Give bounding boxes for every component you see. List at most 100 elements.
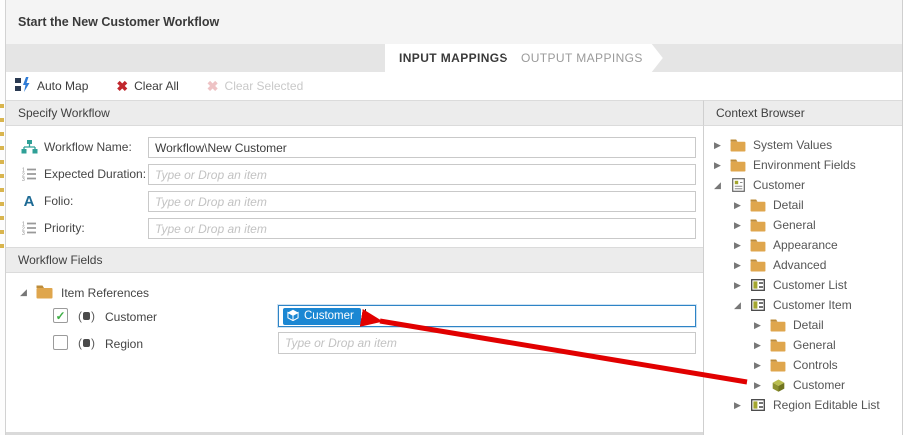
folio-label: Folio: [44,194,73,208]
tab-output-mappings[interactable]: OUTPUT MAPPINGS [497,44,663,72]
tree-item-label: Detail [773,198,804,212]
folder-icon [36,285,53,302]
numbered-list-icon: 1 2 3 [18,219,40,237]
tree-item-label: Customer [753,178,805,192]
customer-mapping-input[interactable]: Customer [278,305,696,327]
expand-arrow-icon[interactable]: ◢ [20,287,27,298]
priority-input[interactable] [148,218,696,239]
tree-item-customer-item[interactable]: ◢ Customer Item [704,295,902,315]
folder-icon [730,138,746,152]
mappings-tab-strip: INPUT MAPPINGS OUTPUT MAPPINGS [6,44,902,72]
region-mapping-input[interactable] [278,332,696,354]
priority-label: Priority: [44,221,85,235]
workflow-name-label: Workflow Name: [44,140,132,154]
region-checkbox[interactable] [53,335,68,350]
clear-all-icon: ✖ [116,79,128,93]
tree-item-advanced[interactable]: ▶ Advanced [704,255,902,275]
expand-arrow-icon[interactable]: ▶ [734,220,743,231]
tree-item-customer-list[interactable]: ▶Customer List [704,275,902,295]
expand-arrow-icon[interactable]: ▶ [714,140,723,151]
context-browser-panel: ▶ System Values ▶ Environment Fields ◢ Custom… [703,126,902,435]
tree-item-label: General [793,338,836,352]
clear-all-button[interactable]: ✖ Clear All [116,79,178,93]
gutter-stripe-pattern [0,104,4,256]
region-field-row: () Region [6,332,703,354]
folder-icon [770,338,786,352]
expand-arrow-icon[interactable]: ▶ [734,400,743,411]
customer-checkbox[interactable]: ✓ [53,308,68,323]
tree-item-label: Appearance [773,238,838,252]
expand-arrow-icon[interactable]: ▶ [734,260,743,271]
customer-token-label: Customer [304,310,354,322]
folder-icon [730,158,746,172]
tree-item-system-values[interactable]: ▶ System Values [704,135,902,155]
svg-text:3: 3 [22,231,25,235]
tree-item-label: Environment Fields [753,158,856,172]
tree-item-label: System Values [753,138,832,152]
tree-item-general[interactable]: ▶ General [704,335,902,355]
folio-input[interactable] [148,191,696,212]
expected-duration-row: 1 2 3 Expected Duration: [6,164,703,185]
expand-arrow-icon[interactable]: ▶ [754,340,763,351]
tree-item-label: Customer [793,378,845,392]
tree-item-label: Region Editable List [773,398,880,412]
region-field-label: Region [105,337,143,351]
expand-arrow-icon[interactable]: ▶ [734,280,743,291]
tree-item-customer[interactable]: ▶ Customer [704,375,902,395]
expected-duration-label: Expected Duration: [44,167,146,181]
expand-arrow-icon[interactable]: ▶ [734,200,743,211]
expand-arrow-icon[interactable]: ▶ [754,380,763,391]
workflow-fields-header: Workflow Fields [6,247,703,273]
folder-icon [750,238,766,252]
workflow-name-input[interactable] [148,137,696,158]
expand-arrow-icon[interactable]: ▶ [754,360,763,371]
specify-workflow-header: Specify Workflow [6,100,703,126]
tree-item-appearance[interactable]: ▶ Appearance [704,235,902,255]
expand-arrow-icon[interactable]: ▶ [734,240,743,251]
item-references-label: Item References [61,286,149,300]
auto-map-icon [15,77,31,95]
workflow-name-row: Workflow Name: [6,137,703,158]
tree-item-environment-fields[interactable]: ▶ Environment Fields [704,155,902,175]
item-references-group[interactable]: ◢ Item References [6,283,703,303]
context-browser-header: Context Browser [703,100,902,126]
tree-item-general[interactable]: ▶ General [704,215,902,235]
expected-duration-input[interactable] [148,164,696,185]
svg-text:3: 3 [22,177,25,181]
page-title: Start the New Customer Workflow [18,15,219,29]
tree-item-region-editable-list[interactable]: ▶ Region Editable List [704,395,902,415]
expand-arrow-icon[interactable]: ▶ [714,160,723,171]
clear-selected-button: ✖ Clear Selected [207,79,303,93]
tree-item-controls[interactable]: ▶Controls [704,355,902,375]
text-cursor [365,309,366,323]
item-reference-icon: () [78,336,95,350]
folio-row: A Folio: [6,191,703,212]
expand-arrow-icon[interactable]: ▶ [754,320,763,331]
list-view-icon [750,298,766,312]
numbered-list-icon: 1 2 3 [18,165,40,183]
dialog-title-bar: Start the New Customer Workflow [6,0,902,44]
tree-item-customer[interactable]: ◢ Customer [704,175,902,195]
text-a-icon: A [18,192,40,210]
form-icon [730,178,746,192]
collapse-arrow-icon[interactable]: ◢ [714,180,723,191]
collapse-arrow-icon[interactable]: ◢ [734,300,743,311]
tree-item-label: Advanced [773,258,826,272]
customer-token[interactable]: Customer [283,308,361,325]
tree-item-detail[interactable]: ▶ Detail [704,195,902,215]
list-view-icon [750,278,766,292]
auto-map-button[interactable]: Auto Map [15,77,88,95]
tree-item-label: Customer Item [773,298,852,312]
customer-field-row: ✓ () Customer Customer [6,305,703,327]
folder-icon [770,318,786,332]
cube-icon [287,309,299,324]
list-view-icon [750,398,766,412]
cube-icon [770,378,786,392]
workflow-start-dialog: Start the New Customer Workflow INPUT MA… [0,0,903,435]
folder-icon [750,258,766,272]
tree-item-label: General [773,218,816,232]
customer-field-label: Customer [105,310,157,324]
workflow-tree-icon [18,138,40,156]
item-reference-icon: () [78,309,95,323]
tree-item-detail[interactable]: ▶Detail [704,315,902,335]
